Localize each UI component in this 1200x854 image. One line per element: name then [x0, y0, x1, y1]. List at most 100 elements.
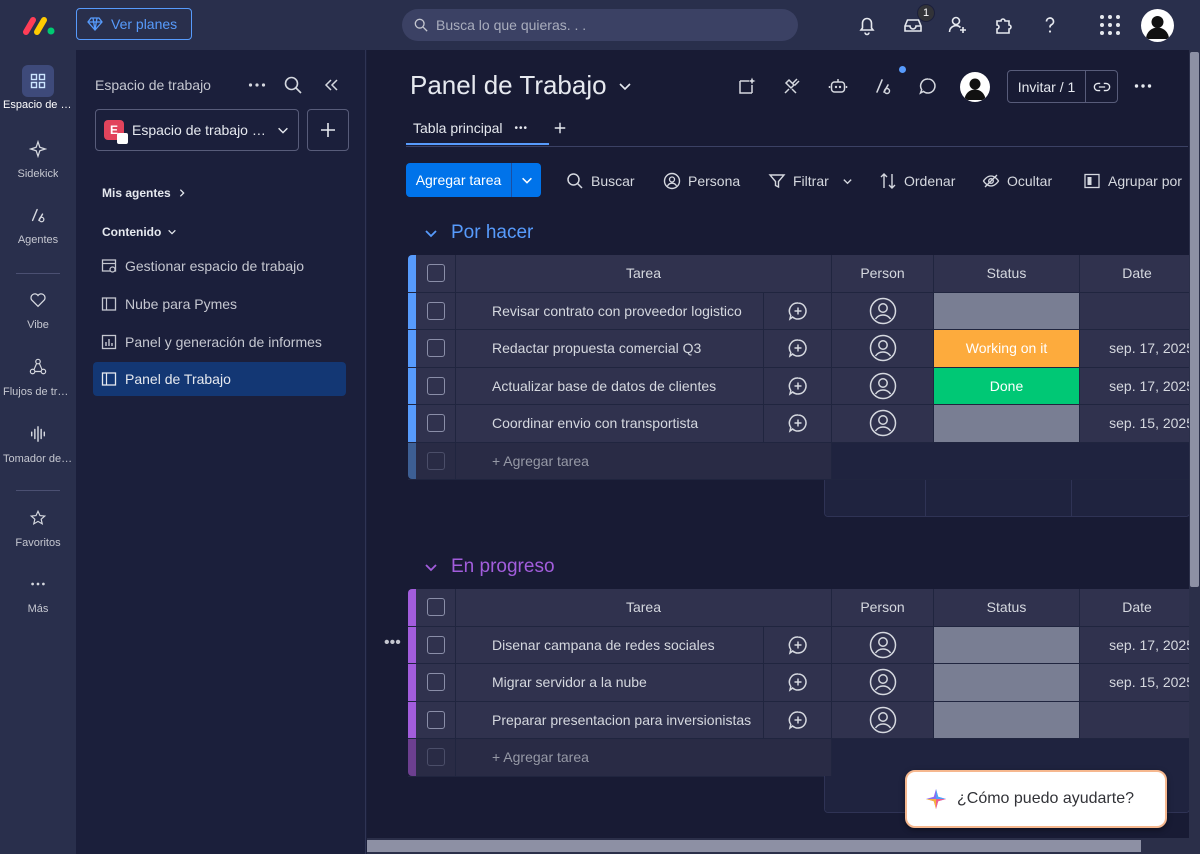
select-all-cell[interactable]: [416, 255, 456, 292]
chevron-down-icon[interactable]: [423, 559, 439, 575]
robot-icon[interactable]: [828, 76, 848, 96]
rail-item-vibe[interactable]: Vibe: [0, 289, 76, 331]
add-update-icon[interactable]: [788, 672, 808, 693]
row-select-cell[interactable]: [416, 367, 456, 404]
user-avatar[interactable]: [1141, 9, 1174, 42]
group-by-button[interactable]: Agrupar por: [1083, 171, 1182, 191]
date-cell[interactable]: sep. 17, 2025: [1080, 626, 1189, 663]
status-cell[interactable]: [934, 405, 1080, 442]
checkbox[interactable]: [426, 635, 445, 654]
checkbox[interactable]: [426, 264, 445, 283]
row-select-cell[interactable]: [416, 626, 456, 663]
puzzle-icon[interactable]: [992, 13, 1016, 37]
checkbox[interactable]: [426, 376, 445, 395]
invite-user-icon[interactable]: [946, 13, 970, 37]
my-agents-section[interactable]: Mis agentes: [102, 186, 187, 200]
person-cell[interactable]: [832, 626, 934, 663]
vertical-scrollbar[interactable]: [1189, 50, 1200, 854]
header-date[interactable]: Date: [1080, 255, 1189, 292]
checkbox[interactable]: [426, 673, 445, 692]
table-row[interactable]: Migrar servidor a la nube sep. 15, 2025: [408, 664, 1189, 702]
add-task-button[interactable]: Agregar tarea: [406, 163, 541, 197]
vertical-scroll-thumb[interactable]: [1190, 52, 1199, 587]
date-cell[interactable]: sep. 17, 2025: [1080, 367, 1189, 404]
updates-cell[interactable]: [764, 292, 832, 329]
add-task-row[interactable]: + Agregar tarea: [408, 442, 1189, 480]
search-button[interactable]: Buscar: [566, 171, 635, 191]
agents-icon[interactable]: [873, 76, 893, 96]
sidebar-item-work-panel[interactable]: Panel de Trabajo: [93, 362, 346, 396]
horizontal-scroll-thumb[interactable]: [367, 840, 1141, 852]
date-cell[interactable]: [1080, 292, 1189, 329]
person-cell[interactable]: [832, 330, 934, 367]
integrations-icon[interactable]: [782, 76, 802, 96]
rail-item-more[interactable]: Más: [0, 573, 76, 615]
person-cell[interactable]: [832, 405, 934, 442]
task-cell[interactable]: Preparar presentacion para inversionista…: [456, 701, 764, 738]
person-cell[interactable]: [832, 664, 934, 701]
rail-item-sidekick[interactable]: Sidekick: [0, 138, 76, 180]
date-cell[interactable]: sep. 15, 2025: [1080, 664, 1189, 701]
group-title-in-progress[interactable]: En progreso: [423, 556, 555, 578]
status-cell[interactable]: Done: [934, 367, 1080, 404]
table-row[interactable]: Disenar campana de redes sociales sep. 1…: [408, 626, 1189, 664]
row-select-cell[interactable]: [416, 664, 456, 701]
table-row[interactable]: Revisar contrato con proveedor logistico: [408, 292, 1189, 330]
checkbox[interactable]: [426, 301, 445, 320]
checkbox[interactable]: [426, 339, 445, 358]
row-select-cell[interactable]: [416, 292, 456, 329]
comment-icon[interactable]: [918, 76, 938, 96]
board-member-avatar[interactable]: [960, 72, 990, 102]
select-all-cell[interactable]: [416, 589, 456, 626]
rail-item-favorites[interactable]: Favoritos: [0, 507, 76, 549]
board-title[interactable]: Panel de Trabajo: [410, 70, 633, 101]
checkbox[interactable]: [426, 710, 445, 729]
task-cell[interactable]: Disenar campana de redes sociales: [456, 626, 764, 663]
table-row[interactable]: Coordinar envio con transportista sep. 1…: [408, 405, 1189, 443]
status-cell[interactable]: [934, 292, 1080, 329]
table-row[interactable]: Redactar propuesta comercial Q3 Working …: [408, 330, 1189, 368]
global-search[interactable]: [402, 9, 798, 41]
status-cell[interactable]: [934, 701, 1080, 738]
header-status[interactable]: Status: [934, 589, 1080, 626]
more-dots-icon[interactable]: [247, 75, 267, 95]
workspace-selector[interactable]: E Espacio de trabajo principal: [95, 109, 299, 151]
header-person[interactable]: Person: [832, 589, 934, 626]
status-cell[interactable]: Working on it: [934, 330, 1080, 367]
header-date[interactable]: Date: [1080, 589, 1189, 626]
sort-button[interactable]: Ordenar: [879, 171, 955, 191]
link-icon[interactable]: [1086, 78, 1117, 96]
add-update-icon[interactable]: [788, 635, 808, 655]
updates-cell[interactable]: [764, 367, 832, 404]
collapse-panel-icon[interactable]: [321, 75, 341, 95]
header-status[interactable]: Status: [934, 255, 1080, 292]
invite-button[interactable]: Invitar / 1: [1007, 70, 1118, 103]
status-cell[interactable]: [934, 626, 1080, 663]
task-cell[interactable]: Migrar servidor a la nube: [456, 664, 764, 701]
monday-logo-icon[interactable]: [22, 12, 56, 38]
updates-cell[interactable]: [764, 330, 832, 367]
person-cell[interactable]: [832, 701, 934, 738]
status-cell[interactable]: [934, 664, 1080, 701]
horizontal-scrollbar[interactable]: [367, 838, 1189, 854]
table-row[interactable]: Preparar presentacion para inversionista…: [408, 701, 1189, 739]
rail-item-agents[interactable]: Agentes: [0, 204, 76, 246]
assistant-prompt-button[interactable]: ¿Cómo puedo ayudarte?: [905, 770, 1167, 828]
date-cell[interactable]: sep. 17, 2025: [1080, 330, 1189, 367]
add-update-icon[interactable]: [788, 338, 808, 359]
person-cell[interactable]: [832, 292, 934, 329]
rail-item-workspace[interactable]: Espacio de trabajo: [0, 65, 76, 111]
checkbox[interactable]: [426, 414, 445, 433]
add-update-icon[interactable]: [788, 413, 808, 434]
updates-cell[interactable]: [764, 405, 832, 442]
header-task[interactable]: Tarea: [456, 255, 832, 292]
hide-button[interactable]: Ocultar: [982, 171, 1052, 191]
row-select-cell[interactable]: [416, 405, 456, 442]
task-cell[interactable]: Redactar propuesta comercial Q3: [456, 330, 764, 367]
bell-icon[interactable]: [855, 13, 879, 37]
checkbox[interactable]: [426, 598, 445, 617]
tab-more-dots[interactable]: •••: [515, 123, 529, 134]
sidebar-item-cloud-smb[interactable]: Nube para Pymes: [93, 287, 346, 321]
sidebar-item-dashboard-reports[interactable]: Panel y generación de informes: [93, 325, 346, 359]
search-icon[interactable]: [283, 75, 303, 95]
